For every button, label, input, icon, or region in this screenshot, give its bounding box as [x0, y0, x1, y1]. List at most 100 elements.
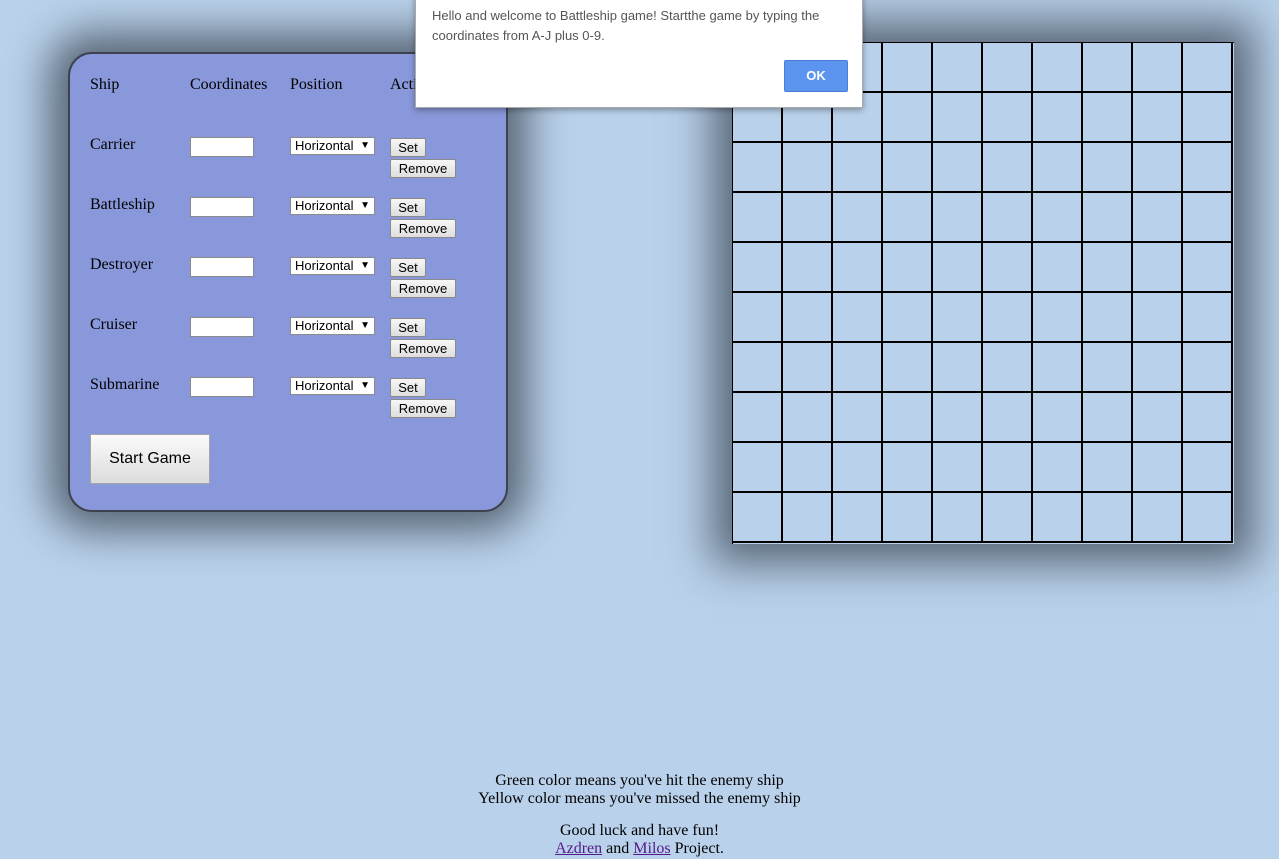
- coordinates-input[interactable]: [190, 197, 254, 217]
- board-cell[interactable]: [883, 193, 933, 243]
- coordinates-input[interactable]: [190, 137, 254, 157]
- board-cell[interactable]: [1083, 343, 1133, 393]
- board-cell[interactable]: [733, 343, 783, 393]
- board-cell[interactable]: [1183, 443, 1233, 493]
- board-cell[interactable]: [883, 343, 933, 393]
- board-cell[interactable]: [733, 143, 783, 193]
- board-cell[interactable]: [833, 443, 883, 493]
- board-cell[interactable]: [1033, 493, 1083, 543]
- board-cell[interactable]: [1033, 93, 1083, 143]
- author-link-azdren[interactable]: Azdren: [555, 840, 602, 857]
- coordinates-input[interactable]: [190, 317, 254, 337]
- set-button[interactable]: Set: [390, 258, 426, 277]
- board-cell[interactable]: [1133, 93, 1183, 143]
- board-cell[interactable]: [1033, 243, 1083, 293]
- position-select[interactable]: Horizontal ▼: [290, 377, 375, 395]
- board-cell[interactable]: [783, 343, 833, 393]
- board-cell[interactable]: [1133, 243, 1183, 293]
- set-button[interactable]: Set: [390, 378, 426, 397]
- board-cell[interactable]: [1133, 343, 1183, 393]
- board-cell[interactable]: [1083, 293, 1133, 343]
- board-cell[interactable]: [783, 293, 833, 343]
- board-cell[interactable]: [833, 343, 883, 393]
- set-button[interactable]: Set: [390, 138, 426, 157]
- board-cell[interactable]: [1033, 193, 1083, 243]
- board-cell[interactable]: [1183, 93, 1233, 143]
- board-cell[interactable]: [1133, 493, 1183, 543]
- board-cell[interactable]: [833, 293, 883, 343]
- board-cell[interactable]: [1083, 93, 1133, 143]
- remove-button[interactable]: Remove: [390, 339, 456, 358]
- board-cell[interactable]: [1133, 193, 1183, 243]
- board-cell[interactable]: [1183, 143, 1233, 193]
- board-cell[interactable]: [983, 243, 1033, 293]
- board-cell[interactable]: [1183, 193, 1233, 243]
- position-select[interactable]: Horizontal ▼: [290, 197, 375, 215]
- board-cell[interactable]: [983, 193, 1033, 243]
- board-cell[interactable]: [783, 193, 833, 243]
- board-cell[interactable]: [833, 193, 883, 243]
- board-cell[interactable]: [983, 43, 1033, 93]
- board-cell[interactable]: [1033, 293, 1083, 343]
- alert-ok-button[interactable]: OK: [784, 60, 848, 92]
- board-cell[interactable]: [783, 393, 833, 443]
- board-cell[interactable]: [1033, 143, 1083, 193]
- board-cell[interactable]: [933, 293, 983, 343]
- board-cell[interactable]: [1183, 43, 1233, 93]
- board-cell[interactable]: [933, 493, 983, 543]
- board-cell[interactable]: [1133, 443, 1183, 493]
- board-cell[interactable]: [1133, 43, 1183, 93]
- board-cell[interactable]: [933, 393, 983, 443]
- board-cell[interactable]: [883, 443, 933, 493]
- board-cell[interactable]: [833, 143, 883, 193]
- board-cell[interactable]: [983, 343, 1033, 393]
- board-cell[interactable]: [1033, 343, 1083, 393]
- board-cell[interactable]: [833, 243, 883, 293]
- board-cell[interactable]: [883, 493, 933, 543]
- board-cell[interactable]: [983, 393, 1033, 443]
- board-cell[interactable]: [1083, 493, 1133, 543]
- board-cell[interactable]: [1083, 443, 1133, 493]
- start-game-button[interactable]: Start Game: [90, 434, 210, 484]
- board-cell[interactable]: [783, 143, 833, 193]
- position-select[interactable]: Horizontal ▼: [290, 137, 375, 155]
- board-cell[interactable]: [933, 443, 983, 493]
- board-cell[interactable]: [983, 443, 1033, 493]
- remove-button[interactable]: Remove: [390, 399, 456, 418]
- board-cell[interactable]: [983, 93, 1033, 143]
- board-cell[interactable]: [983, 493, 1033, 543]
- board-cell[interactable]: [933, 243, 983, 293]
- board-cell[interactable]: [883, 393, 933, 443]
- board-cell[interactable]: [883, 93, 933, 143]
- board-cell[interactable]: [733, 443, 783, 493]
- board-cell[interactable]: [783, 443, 833, 493]
- board-cell[interactable]: [733, 193, 783, 243]
- board-cell[interactable]: [833, 493, 883, 543]
- board-cell[interactable]: [983, 293, 1033, 343]
- board-cell[interactable]: [933, 93, 983, 143]
- board-cell[interactable]: [1133, 393, 1183, 443]
- board-cell[interactable]: [1033, 443, 1083, 493]
- remove-button[interactable]: Remove: [390, 219, 456, 238]
- remove-button[interactable]: Remove: [390, 279, 456, 298]
- set-button[interactable]: Set: [390, 318, 426, 337]
- board-cell[interactable]: [1083, 43, 1133, 93]
- author-link-milos[interactable]: Milos: [633, 840, 670, 857]
- board-cell[interactable]: [933, 43, 983, 93]
- board-cell[interactable]: [1083, 193, 1133, 243]
- position-select[interactable]: Horizontal ▼: [290, 257, 375, 275]
- board-cell[interactable]: [1183, 293, 1233, 343]
- board-cell[interactable]: [1133, 293, 1183, 343]
- set-button[interactable]: Set: [390, 198, 426, 217]
- board-cell[interactable]: [1033, 43, 1083, 93]
- board-cell[interactable]: [733, 243, 783, 293]
- board-cell[interactable]: [1083, 243, 1133, 293]
- board-cell[interactable]: [933, 343, 983, 393]
- board-cell[interactable]: [933, 193, 983, 243]
- board-cell[interactable]: [733, 293, 783, 343]
- board-cell[interactable]: [883, 43, 933, 93]
- board-cell[interactable]: [983, 143, 1033, 193]
- position-select[interactable]: Horizontal ▼: [290, 317, 375, 335]
- board-cell[interactable]: [1033, 393, 1083, 443]
- board-cell[interactable]: [883, 143, 933, 193]
